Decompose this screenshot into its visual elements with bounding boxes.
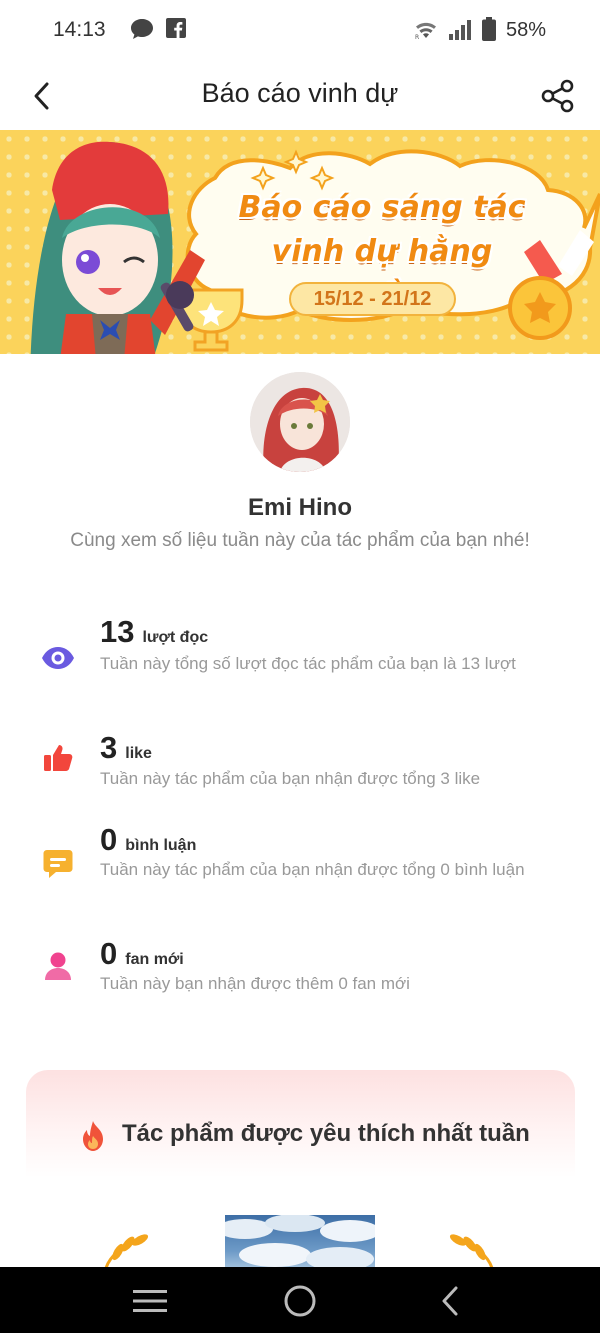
avatar-image [250,372,350,472]
facebook-icon [166,18,186,43]
back-icon [442,1286,458,1316]
home-icon [284,1285,316,1317]
recent-apps-button[interactable] [130,1281,170,1321]
stat-description: Tuần này tổng số lượt đọc tác phẩm của b… [100,654,516,673]
status-time: 14:13 [53,18,106,41]
stat-description: Tuần này tác phẩm của bạn nhận được tổng… [100,769,481,788]
page-title: Báo cáo vinh dự [201,78,399,108]
signal-icon [448,20,472,45]
system-nav-bar [0,1267,600,1333]
user-icon [40,948,76,984]
book-cover[interactable] [225,1215,375,1275]
stat-value: 3 [100,730,118,765]
flame-icon [78,1120,108,1157]
eye-icon [40,640,76,676]
stat-unit: lượt đọc [142,629,209,646]
profile-subtitle: Cùng xem số liệu tuần này của tác phẩm c… [70,530,530,551]
stat-unit: bình luận [125,837,197,854]
stat-value: 13 [100,614,135,649]
recent-apps-icon [133,1290,167,1312]
battery-icon [482,17,496,46]
thumbs-up-icon [40,740,76,776]
wifi-icon: R [414,20,438,45]
banner-date-range: 15/12 - 21/12 [289,282,456,316]
nav-back-button[interactable] [430,1281,470,1321]
stat-unit: like [125,745,152,762]
user-name: Emi Hino [247,494,352,521]
stat-value: 0 [100,936,118,971]
battery-percent: 58% [506,19,547,41]
book-cover-image [225,1215,375,1271]
stat-description: Tuần này bạn nhận được thêm 0 fan mới [100,974,410,993]
svg-text:R: R [415,34,419,40]
stat-value: 0 [100,822,118,857]
banner-title-line1: Báo cáo sáng tác [238,190,526,225]
header: Báo cáo vinh dự [0,60,600,130]
share-button[interactable] [538,76,578,116]
share-icon [541,79,574,113]
stat-unit: fan mới [125,951,184,968]
favorite-title: Tác phẩm được yêu thích nhất tuần [122,1120,530,1147]
message-icon [130,18,154,45]
home-button[interactable] [280,1281,320,1321]
avatar[interactable] [250,372,350,472]
stat-description: Tuần này tác phẩm của bạn nhận được tổng… [100,860,525,879]
status-bar: 14:13 R 58% [0,0,600,60]
comment-icon [40,846,76,882]
weekly-report-banner: Báo cáo sáng tác vinh dự hằng tuần [0,130,600,354]
